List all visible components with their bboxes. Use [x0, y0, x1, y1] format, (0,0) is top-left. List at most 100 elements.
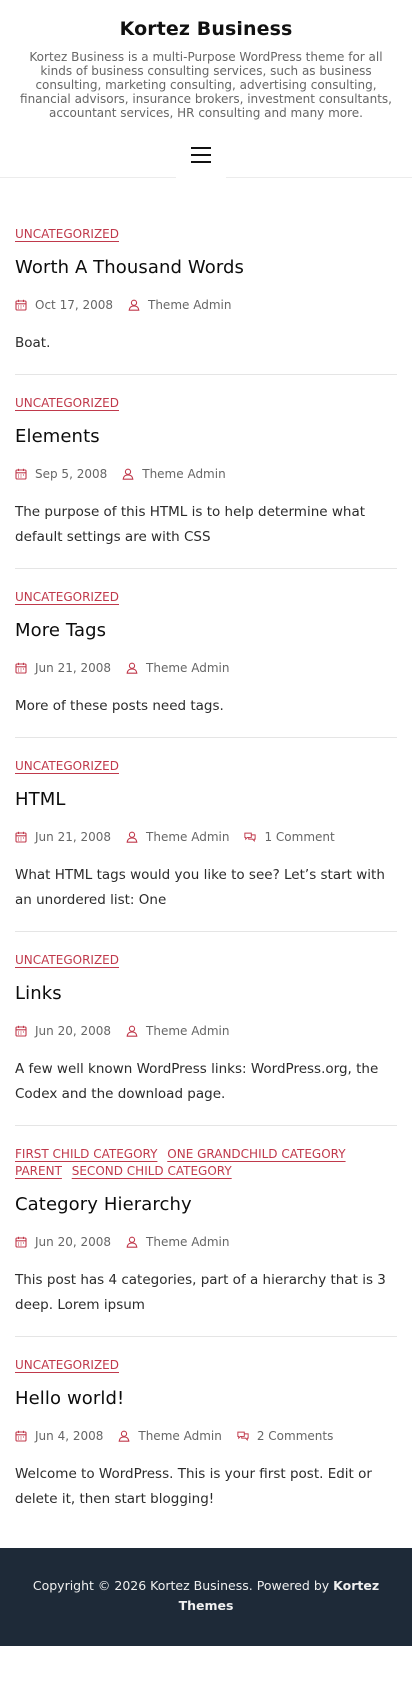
- category-link[interactable]: SECOND CHILD CATEGORY: [72, 1164, 232, 1178]
- nav-bar: [0, 120, 412, 178]
- category-link[interactable]: UNCATEGORIZED: [15, 759, 119, 773]
- category-link[interactable]: FIRST CHILD CATEGORY: [15, 1147, 157, 1161]
- user-icon: [126, 1025, 138, 1037]
- category-link[interactable]: UNCATEGORIZED: [15, 590, 119, 604]
- post-date-link[interactable]: Jun 4, 2008: [35, 1429, 103, 1443]
- category-link[interactable]: UNCATEGORIZED: [15, 396, 119, 410]
- post-excerpt: Boat.: [15, 335, 51, 351]
- post-author: Theme Admin: [126, 1024, 229, 1038]
- post-title[interactable]: Category Hierarchy: [15, 1193, 397, 1217]
- post-date: Jun 20, 2008: [15, 1235, 111, 1249]
- post-item: FIRST CHILD CATEGORY ONE GRANDCHILD CATE…: [15, 1126, 397, 1337]
- post-title[interactable]: Elements: [15, 425, 397, 449]
- post-comments-link[interactable]: 2 Comments: [257, 1429, 334, 1443]
- site-title[interactable]: Kortez Business: [16, 18, 396, 40]
- post-categories: UNCATEGORIZED: [15, 1357, 397, 1374]
- site-header: Kortez Business Kortez Business is a mul…: [0, 0, 412, 178]
- post-excerpt: A few well known WordPress links: WordPr…: [15, 1061, 379, 1102]
- post-excerpt: The purpose of this HTML is to help dete…: [15, 504, 366, 545]
- post-author: Theme Admin: [126, 830, 229, 844]
- post-title[interactable]: HTML: [15, 788, 397, 812]
- post-item: UNCATEGORIZED Links Jun 20, 2008 Theme A…: [15, 932, 397, 1126]
- post-author: Theme Admin: [128, 298, 231, 312]
- calendar-icon: [15, 299, 27, 311]
- post-comments: 1 Comment: [244, 830, 335, 844]
- post-meta: Oct 17, 2008 Theme Admin: [15, 298, 397, 312]
- post-date: Oct 17, 2008: [15, 298, 113, 312]
- category-link[interactable]: UNCATEGORIZED: [15, 227, 119, 241]
- calendar-icon: [15, 468, 27, 480]
- post-date-link[interactable]: Oct 17, 2008: [35, 298, 113, 312]
- post-date-link[interactable]: Jun 20, 2008: [35, 1235, 111, 1249]
- category-link[interactable]: UNCATEGORIZED: [15, 953, 119, 967]
- post-title[interactable]: Links: [15, 982, 397, 1006]
- calendar-icon: [15, 1430, 27, 1442]
- hamburger-menu-icon[interactable]: [176, 138, 226, 178]
- post-categories: UNCATEGORIZED: [15, 758, 397, 775]
- post-author-link[interactable]: Theme Admin: [146, 1235, 229, 1249]
- post-meta: Jun 4, 2008 Theme Admin 2 Comments: [15, 1429, 397, 1443]
- post-item: UNCATEGORIZED Hello world! Jun 4, 2008 T…: [15, 1337, 397, 1542]
- post-date: Jun 20, 2008: [15, 1024, 111, 1038]
- post-categories: UNCATEGORIZED: [15, 395, 397, 412]
- post-categories: FIRST CHILD CATEGORY ONE GRANDCHILD CATE…: [15, 1146, 397, 1180]
- user-icon: [128, 299, 140, 311]
- post-item: UNCATEGORIZED Elements Sep 5, 2008 Theme…: [15, 375, 397, 569]
- calendar-icon: [15, 662, 27, 674]
- post-author: Theme Admin: [126, 1235, 229, 1249]
- menu-bar-line: [191, 154, 211, 156]
- post-date: Jun 21, 2008: [15, 830, 111, 844]
- post-date-link[interactable]: Jun 20, 2008: [35, 1024, 111, 1038]
- calendar-icon: [15, 1025, 27, 1037]
- post-date-link[interactable]: Jun 21, 2008: [35, 830, 111, 844]
- calendar-icon: [15, 831, 27, 843]
- post-excerpt: Welcome to WordPress. This is your first…: [15, 1466, 372, 1507]
- user-icon: [122, 468, 134, 480]
- post-meta: Jun 20, 2008 Theme Admin: [15, 1235, 397, 1249]
- post-author-link[interactable]: Theme Admin: [146, 661, 229, 675]
- post-author-link[interactable]: Theme Admin: [148, 298, 231, 312]
- post-categories: UNCATEGORIZED: [15, 589, 397, 606]
- category-link[interactable]: UNCATEGORIZED: [15, 1358, 119, 1372]
- post-comments: 2 Comments: [237, 1429, 334, 1443]
- post-date: Jun 21, 2008: [15, 661, 111, 675]
- post-excerpt: What HTML tags would you like to see? Le…: [15, 867, 385, 908]
- post-excerpt: This post has 4 categories, part of a hi…: [15, 1272, 386, 1313]
- post-author: Theme Admin: [126, 661, 229, 675]
- post-author: Theme Admin: [122, 467, 226, 481]
- post-excerpt: More of these posts need tags.: [15, 698, 224, 714]
- user-icon: [126, 1236, 138, 1248]
- post-date-link[interactable]: Jun 21, 2008: [35, 661, 111, 675]
- post-meta: Jun 20, 2008 Theme Admin: [15, 1024, 397, 1038]
- post-list: UNCATEGORIZED Worth A Thousand Words Oct…: [0, 178, 412, 1542]
- post-author: Theme Admin: [118, 1429, 222, 1443]
- post-categories: UNCATEGORIZED: [15, 226, 397, 243]
- site-description: Kortez Business is a multi-Purpose WordP…: [20, 50, 392, 120]
- post-meta: Sep 5, 2008 Theme Admin: [15, 467, 397, 481]
- post-title[interactable]: More Tags: [15, 619, 397, 643]
- post-author-link[interactable]: Theme Admin: [146, 1024, 229, 1038]
- category-link[interactable]: PARENT: [15, 1164, 62, 1178]
- menu-bar-line: [191, 147, 211, 149]
- category-link[interactable]: ONE GRANDCHILD CATEGORY: [167, 1147, 345, 1161]
- copyright-text: Copyright © 2026 Kortez Business. Powere…: [32, 1578, 330, 1593]
- post-author-link[interactable]: Theme Admin: [138, 1429, 221, 1443]
- post-title[interactable]: Worth A Thousand Words: [15, 256, 397, 280]
- user-icon: [126, 831, 138, 843]
- post-title[interactable]: Hello world!: [15, 1387, 397, 1411]
- user-icon: [126, 662, 138, 674]
- post-comments-link[interactable]: 1 Comment: [264, 830, 334, 844]
- post-date: Sep 5, 2008: [15, 467, 107, 481]
- menu-bar-line: [191, 161, 211, 163]
- post-author-link[interactable]: Theme Admin: [146, 830, 229, 844]
- post-item: UNCATEGORIZED More Tags Jun 21, 2008 The…: [15, 569, 397, 738]
- post-author-link[interactable]: Theme Admin: [142, 467, 225, 481]
- post-date: Jun 4, 2008: [15, 1429, 103, 1443]
- user-icon: [118, 1430, 130, 1442]
- post-meta: Jun 21, 2008 Theme Admin 1 Comment: [15, 830, 397, 844]
- post-date-link[interactable]: Sep 5, 2008: [35, 467, 107, 481]
- post-meta: Jun 21, 2008 Theme Admin: [15, 661, 397, 675]
- post-item: UNCATEGORIZED HTML Jun 21, 2008 Theme Ad…: [15, 738, 397, 932]
- comments-icon: [237, 1431, 249, 1441]
- comments-icon: [244, 832, 257, 842]
